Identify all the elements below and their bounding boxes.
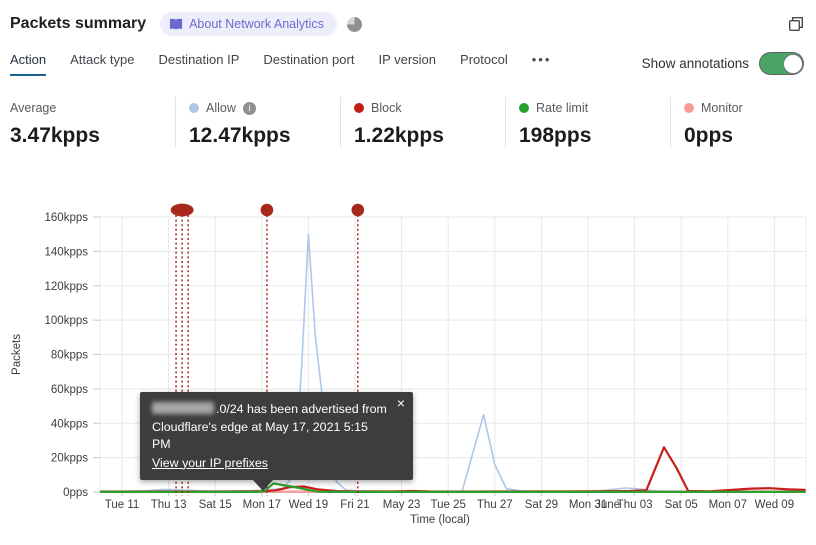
svg-text:20kpps: 20kpps: [51, 453, 88, 465]
svg-text:Sat 29: Sat 29: [525, 499, 558, 511]
badge-label: About Network Analytics: [189, 17, 324, 31]
more-tabs-icon[interactable]: •••: [532, 52, 552, 74]
svg-text:Tue 25: Tue 25: [431, 499, 466, 511]
tooltip-line2: Cloudflare's edge at May 17, 2021 5:15 P…: [152, 419, 368, 452]
stat-value: 0pps: [684, 124, 734, 147]
svg-text:140kpps: 140kpps: [45, 246, 89, 258]
header: Packets summary About Network Analytics: [10, 10, 804, 38]
stat-average: Average 3.47kpps: [10, 97, 175, 148]
stat-value: 198pps: [519, 124, 592, 147]
book-icon: [169, 18, 183, 31]
stat-rate-limit: Rate limit 198pps: [505, 97, 670, 148]
svg-text:May 23: May 23: [383, 499, 421, 511]
allow-dot: [189, 103, 199, 113]
stat-block: Block 1.22kpps: [340, 97, 505, 148]
svg-text:160kpps: 160kpps: [45, 212, 89, 224]
svg-text:Sat 15: Sat 15: [199, 499, 232, 511]
packets-chart[interactable]: 0pps 20kpps 40kpps 60kpps 80kpps 100kpps 120kp…: [0, 190, 816, 545]
tab-bar: Action Attack type Destination IP Destin…: [10, 52, 804, 78]
stat-value: 3.47kpps: [10, 124, 100, 147]
monitor-dot: [684, 103, 694, 113]
block-dot: [354, 103, 364, 113]
stat-label: Block: [371, 101, 402, 115]
stat-label: Rate limit: [536, 101, 589, 115]
svg-text:Thu 13: Thu 13: [151, 499, 187, 511]
tab-protocol[interactable]: Protocol: [460, 52, 508, 74]
svg-text:60kpps: 60kpps: [51, 384, 88, 396]
tab-destination-port[interactable]: Destination port: [263, 52, 354, 74]
show-annotations-label: Show annotations: [641, 56, 749, 71]
svg-text:Time (local): Time (local): [410, 514, 470, 526]
pie-chart-icon[interactable]: [346, 16, 362, 32]
close-icon[interactable]: ×: [397, 396, 405, 410]
stat-label: Average: [10, 101, 57, 115]
svg-text:120kpps: 120kpps: [45, 281, 89, 293]
svg-text:Wed 09: Wed 09: [755, 499, 794, 511]
tab-ip-version[interactable]: IP version: [378, 52, 436, 74]
stats-row: Average 3.47kpps Allow i 12.47kpps Block…: [10, 97, 816, 148]
page-title: Packets summary: [10, 15, 147, 32]
stat-value: 12.47kpps: [189, 124, 291, 147]
svg-text:0pps: 0pps: [63, 487, 88, 499]
info-icon[interactable]: i: [242, 101, 256, 115]
svg-text:Thu 03: Thu 03: [617, 499, 653, 511]
svg-text:Wed 19: Wed 19: [289, 499, 328, 511]
annotation-tooltip: .0/24 has been advertised from Cloudflar…: [140, 392, 413, 491]
tab-attack-type[interactable]: Attack type: [70, 52, 134, 74]
view-ip-prefixes-link[interactable]: View your IP prefixes: [152, 455, 268, 473]
stat-label: Allow: [206, 101, 236, 115]
show-annotations-toggle[interactable]: [759, 52, 804, 75]
svg-text:Mon 07: Mon 07: [709, 499, 747, 511]
svg-text:Packets: Packets: [11, 334, 23, 375]
svg-text:Thu 27: Thu 27: [477, 499, 513, 511]
svg-text:Mon 17: Mon 17: [243, 499, 281, 511]
stat-allow: Allow i 12.47kpps: [175, 97, 340, 148]
redacted-ip-prefix: [152, 402, 214, 414]
svg-text:40kpps: 40kpps: [51, 418, 88, 430]
svg-text:100kpps: 100kpps: [45, 315, 89, 327]
popout-window-icon[interactable]: [788, 16, 804, 32]
svg-text:Fri 21: Fri 21: [340, 499, 369, 511]
stat-monitor: Monitor 0pps: [670, 97, 816, 148]
stat-label: Monitor: [701, 101, 743, 115]
annotations-control: Show annotations: [642, 52, 804, 75]
tab-destination-ip[interactable]: Destination IP: [158, 52, 239, 74]
svg-text:Tue 11: Tue 11: [105, 499, 140, 511]
svg-text:Sat 05: Sat 05: [665, 499, 698, 511]
toggle-knob: [782, 53, 803, 74]
tooltip-arrow: [252, 479, 274, 491]
svg-text:80kpps: 80kpps: [51, 350, 88, 362]
stat-value: 1.22kpps: [354, 124, 444, 147]
rate-limit-dot: [519, 103, 529, 113]
about-network-analytics-badge[interactable]: About Network Analytics: [160, 12, 337, 36]
tooltip-line1: .0/24 has been advertised from: [152, 401, 387, 419]
tab-action[interactable]: Action: [10, 52, 47, 76]
